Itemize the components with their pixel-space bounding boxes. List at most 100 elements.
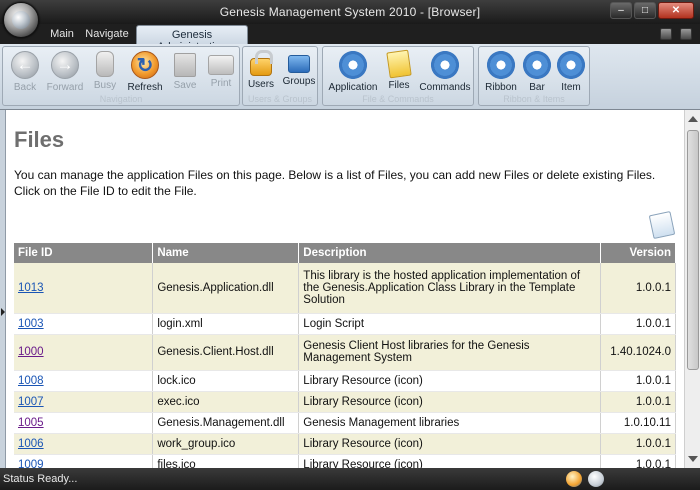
item-label: Item (561, 82, 581, 93)
ribbon-button[interactable]: Ribbon (481, 49, 521, 95)
status-text: Status Ready... (3, 473, 78, 485)
file-name: files.ico (152, 454, 300, 468)
file-name: exec.ico (152, 391, 300, 413)
back-label: Back (13, 82, 37, 93)
commands-button[interactable]: Commands (417, 49, 473, 95)
file-name: work_group.ico (152, 433, 300, 455)
vertical-scrollbar[interactable] (684, 110, 700, 468)
info-icon[interactable] (680, 28, 692, 40)
table-row: 1013 Genesis.Application.dll This librar… (14, 263, 677, 314)
refresh-button[interactable]: ↻ Refresh (125, 49, 165, 95)
file-description: Library Resource (icon) (298, 433, 601, 455)
tab-main[interactable]: Main (42, 25, 82, 44)
ribbon: ← Back → Forward Busy ↻ Refresh Save Pri… (0, 44, 700, 110)
scroll-up-icon[interactable] (688, 116, 698, 122)
browser-content: Files You can manage the application Fil… (6, 110, 684, 468)
users-button[interactable]: Users (243, 49, 279, 95)
file-id-link[interactable]: 1007 (18, 396, 44, 408)
globe-status-icon[interactable] (566, 471, 582, 487)
file-version: 1.0.0.1 (600, 263, 677, 314)
save-button[interactable]: Save (165, 49, 205, 95)
gear-icon (429, 49, 461, 81)
page-title: Files (14, 127, 65, 152)
file-id-link[interactable]: 1009 (18, 459, 44, 469)
status-bar: Status Ready... (0, 468, 700, 490)
scrollbar-thumb[interactable] (687, 130, 699, 370)
refresh-label: Refresh (127, 82, 163, 93)
file-description: Genesis Client Host libraries for the Ge… (298, 334, 601, 371)
file-version: 1.0.0.1 (600, 454, 677, 468)
back-arrow-icon: ← (11, 51, 39, 79)
scroll-down-icon[interactable] (688, 456, 698, 462)
forward-button[interactable]: → Forward (45, 49, 85, 95)
file-description: This library is the hosted application i… (298, 263, 601, 314)
table-row: 1009 files.ico Library Resource (icon) 1… (14, 454, 677, 469)
file-version: 1.0.0.1 (600, 391, 677, 413)
forward-arrow-icon: → (51, 51, 79, 79)
file-id-link[interactable]: 1013 (18, 282, 44, 294)
file-name: Genesis.Management.dll (152, 412, 300, 434)
item-button[interactable]: Item (551, 49, 591, 95)
file-id-link[interactable]: 1006 (18, 438, 44, 450)
group-file-commands: Application Files Commands File & Comman… (322, 46, 474, 106)
back-button[interactable]: ← Back (5, 49, 45, 95)
table-row: 1006 work_group.ico Library Resource (ic… (14, 433, 677, 455)
column-header-file-id[interactable]: File ID (14, 243, 154, 263)
maximize-button[interactable]: □ (634, 2, 656, 19)
file-id-link[interactable]: 1003 (18, 318, 44, 330)
file-name: lock.ico (152, 370, 300, 392)
tab-genesis-administration[interactable]: Genesis Administration (136, 25, 248, 53)
file-description: Genesis Management libraries (298, 412, 601, 434)
file-id-link[interactable]: 1008 (18, 375, 44, 387)
help-icon[interactable] (660, 28, 672, 40)
ribbon-label: Ribbon (485, 82, 517, 93)
group-navigation: ← Back → Forward Busy ↻ Refresh Save Pri… (2, 46, 240, 106)
save-label: Save (173, 80, 197, 91)
lock-icon (250, 50, 273, 76)
groups-label: Groups (282, 76, 316, 87)
minimize-button[interactable]: – (610, 2, 632, 19)
window-title: Genesis Management System 2010 - [Browse… (219, 5, 481, 19)
column-header-name[interactable]: Name (152, 243, 300, 263)
column-header-version[interactable]: Version (600, 243, 677, 263)
groups-icon (288, 55, 310, 73)
app-menu-button[interactable] (3, 2, 39, 38)
file-version: 1.40.1024.0 (600, 334, 677, 371)
forward-label: Forward (46, 82, 84, 93)
application-label: Application (328, 82, 378, 93)
file-version: 1.0.0.1 (600, 433, 677, 455)
busy-label: Busy (93, 80, 117, 91)
refresh-icon: ↻ (131, 51, 159, 79)
window-controls: – □ ✕ (610, 2, 694, 19)
gear-icon (521, 49, 553, 81)
group-label-ribbon-items: Ribbon & Items (503, 94, 565, 104)
column-header-description[interactable]: Description (298, 243, 601, 263)
application-button[interactable]: Application (325, 49, 381, 95)
groups-button[interactable]: Groups (279, 49, 319, 95)
tab-navigate[interactable]: Navigate (84, 25, 130, 44)
title-bar: Genesis Management System 2010 - [Browse… (0, 0, 700, 24)
expand-arrow-icon (1, 308, 5, 316)
file-id-link[interactable]: 1005 (18, 417, 44, 429)
close-button[interactable]: ✕ (658, 2, 694, 19)
table-row: 1000 Genesis.Client.Host.dll Genesis Cli… (14, 334, 677, 371)
file-description: Login Script (298, 313, 601, 335)
users-label: Users (247, 79, 275, 90)
tab-row-icons (660, 28, 692, 40)
group-label-file-commands: File & Commands (362, 94, 434, 104)
file-name: Genesis.Application.dll (152, 263, 300, 314)
document-icon (648, 210, 676, 240)
users-status-icon[interactable] (588, 471, 604, 487)
gear-icon (555, 49, 587, 81)
busy-button[interactable]: Busy (85, 49, 125, 95)
files-button[interactable]: Files (379, 49, 419, 95)
print-button[interactable]: Print (201, 49, 241, 95)
file-version: 1.0.0.1 (600, 370, 677, 392)
file-version: 1.0.10.11 (600, 412, 677, 434)
busy-icon (96, 51, 114, 77)
file-description: Library Resource (icon) (298, 370, 601, 392)
group-label-navigation: Navigation (99, 94, 143, 104)
files-table: File ID Name Description Version 1013 Ge… (14, 243, 677, 469)
group-ribbon-items: Ribbon Bar Item Ribbon & Items (478, 46, 590, 106)
file-id-link[interactable]: 1000 (18, 346, 44, 358)
